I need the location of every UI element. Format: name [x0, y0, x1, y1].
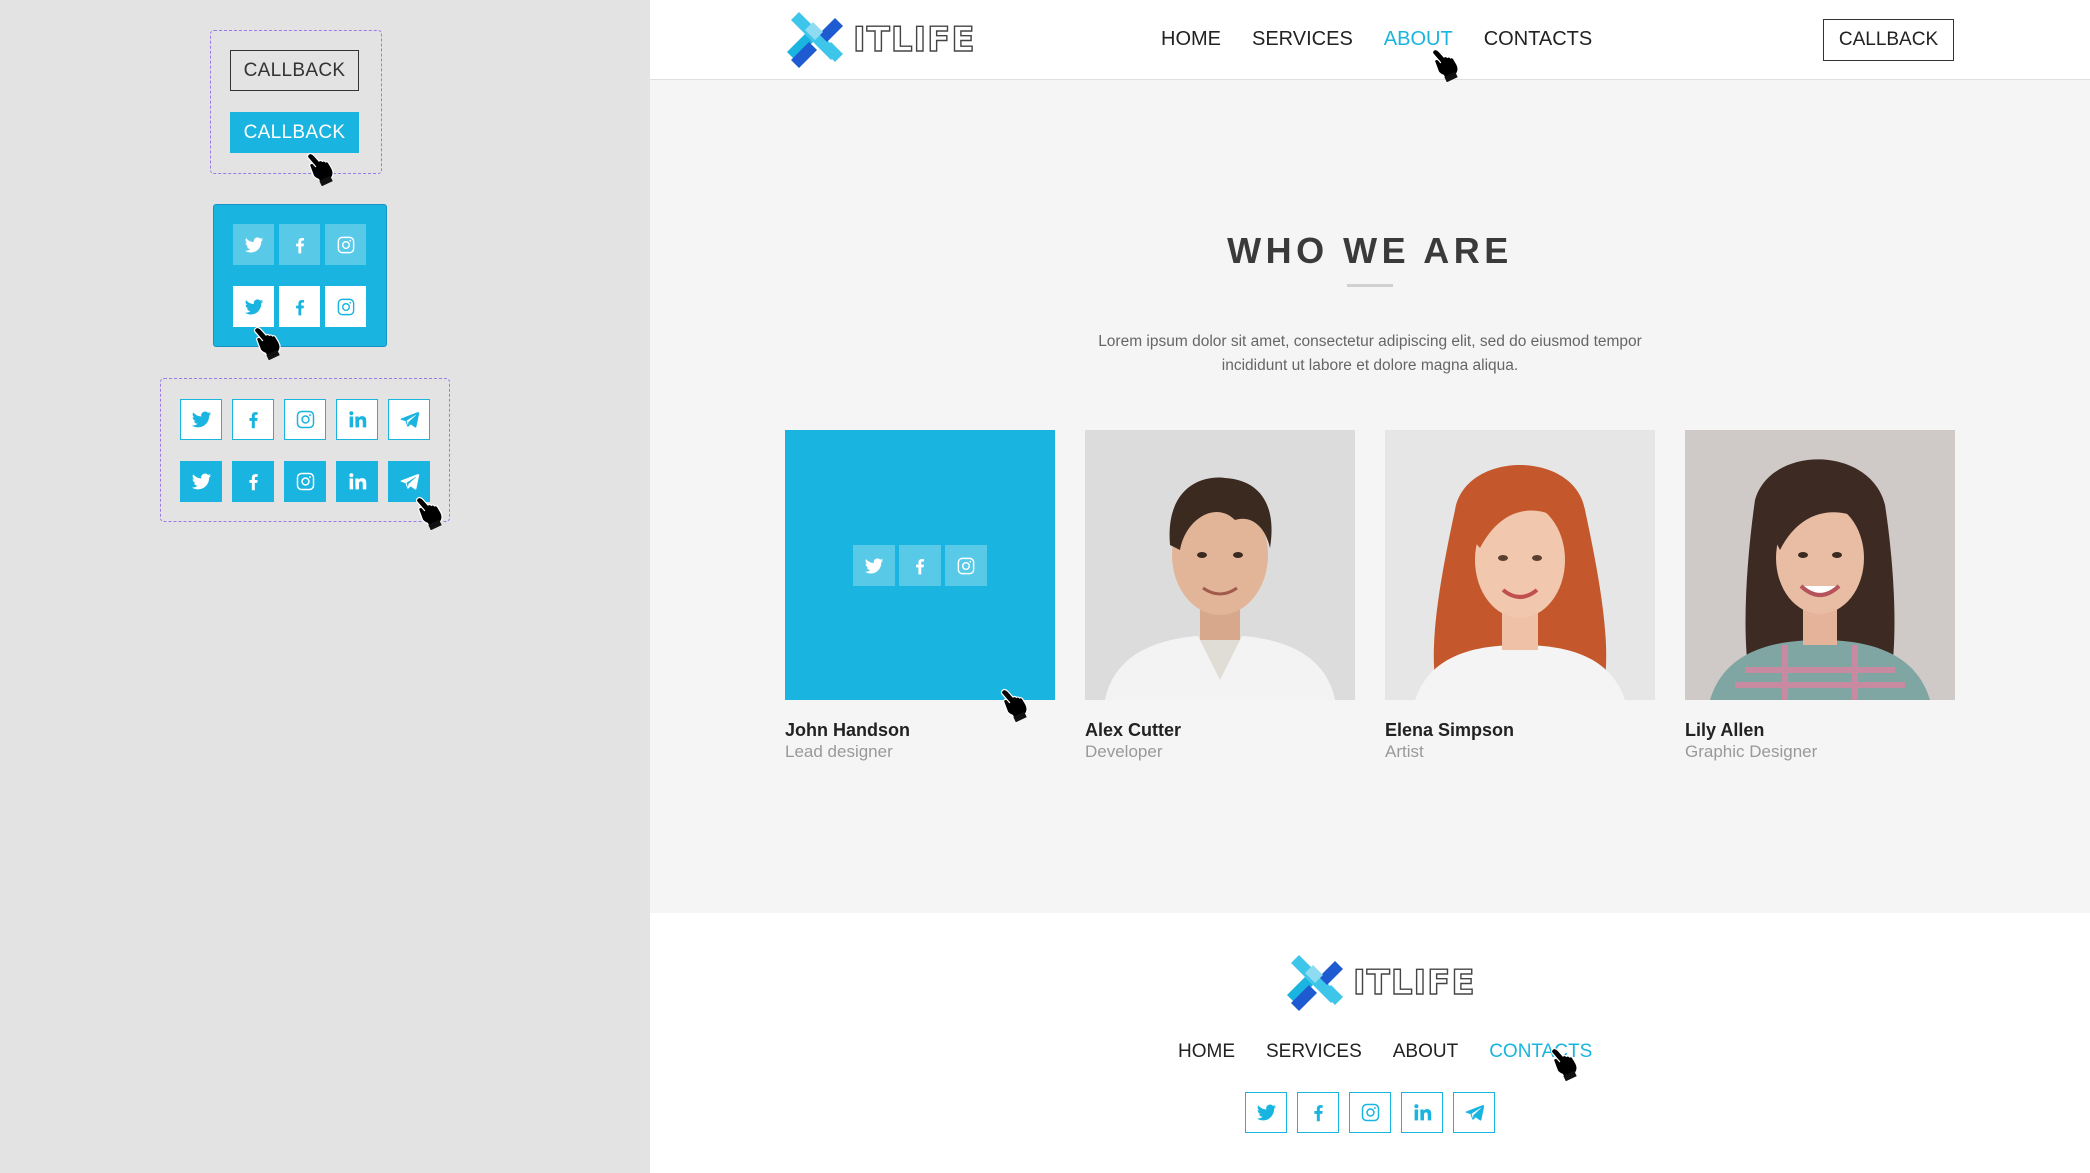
footer-nav: HOME SERVICES ABOUT CONTACTS	[1178, 1041, 1592, 1063]
twitter-icon[interactable]	[233, 224, 274, 265]
portrait-woman-redhair-image	[1385, 430, 1655, 700]
team-member-role: Developer	[1085, 742, 1163, 761]
hand-cursor-icon	[306, 152, 336, 186]
nav-item-home[interactable]: HOME	[1161, 28, 1221, 51]
twitter-icon[interactable]	[233, 286, 274, 327]
twitter-icon[interactable]	[180, 461, 222, 502]
footer-nav-item-home[interactable]: HOME	[1178, 1041, 1235, 1063]
site-footer: ITLIFE HOME SERVICES ABOUT CONTACTS	[650, 913, 2090, 1173]
instagram-icon[interactable]	[284, 399, 326, 440]
section-description: Lorem ipsum dolor sit amet, consectetur …	[1080, 330, 1660, 378]
team-card-photo[interactable]	[1685, 430, 1955, 700]
website-mockup: ITLIFE HOME SERVICES ABOUT CONTACTS CALL…	[650, 0, 2090, 1173]
hand-cursor-icon	[253, 326, 283, 360]
hand-cursor-icon	[1431, 48, 1461, 82]
linkedin-icon[interactable]	[1401, 1092, 1443, 1133]
title-underline	[1347, 284, 1393, 287]
header-nav: HOME SERVICES ABOUT CONTACTS	[1161, 28, 1592, 51]
hand-cursor-icon	[1550, 1047, 1580, 1081]
instagram-icon[interactable]	[1349, 1092, 1391, 1133]
hand-cursor-icon	[1000, 688, 1030, 722]
facebook-icon[interactable]	[232, 399, 274, 440]
site-header: ITLIFE HOME SERVICES ABOUT CONTACTS CALL…	[650, 0, 2090, 80]
facebook-icon[interactable]	[232, 461, 274, 502]
hand-cursor-icon	[415, 496, 445, 530]
logo-text: ITLIFE	[1352, 962, 1476, 1003]
instagram-icon[interactable]	[284, 461, 326, 502]
team-member-role: Graphic Designer	[1685, 742, 1818, 761]
facebook-icon[interactable]	[899, 545, 941, 586]
team-member-role: Lead designer	[785, 742, 893, 761]
footer-nav-item-services[interactable]: SERVICES	[1266, 1041, 1362, 1063]
twitter-icon[interactable]	[180, 399, 222, 440]
team-card-photo[interactable]	[1385, 430, 1655, 700]
portrait-man-image	[1085, 430, 1355, 700]
logo-text: ITLIFE	[852, 19, 976, 60]
team-member-name: Elena Simpson	[1385, 720, 1515, 740]
team-card-photo[interactable]	[1085, 430, 1355, 700]
description-line: Lorem ipsum dolor sit amet, consectetur …	[1098, 333, 1642, 350]
nav-item-contacts[interactable]: CONTACTS	[1484, 28, 1593, 51]
callback-button-outline[interactable]: CALLBACK	[230, 50, 359, 91]
facebook-icon[interactable]	[279, 286, 320, 327]
team-card-photo-hovered[interactable]	[785, 430, 1055, 700]
facebook-icon[interactable]	[1297, 1092, 1339, 1133]
twitter-icon[interactable]	[1245, 1092, 1287, 1133]
header-logo[interactable]: ITLIFE	[785, 10, 976, 70]
linkedin-icon[interactable]	[336, 461, 378, 502]
section-title: WHO WE ARE	[1227, 230, 1513, 271]
logo-icon	[1285, 953, 1345, 1013]
facebook-icon[interactable]	[279, 224, 320, 265]
team-member-name: John Handson	[785, 720, 910, 740]
team-member-name: Alex Cutter	[1085, 720, 1182, 740]
callback-button[interactable]: CALLBACK	[1823, 19, 1954, 61]
footer-nav-item-about[interactable]: ABOUT	[1393, 1041, 1458, 1063]
nav-item-services[interactable]: SERVICES	[1252, 28, 1353, 51]
logo-icon	[785, 10, 845, 70]
telegram-icon[interactable]	[388, 399, 430, 440]
team-member-role: Artist	[1385, 742, 1424, 761]
callback-button-filled[interactable]: CALLBACK	[230, 112, 359, 153]
styleguide-panel: CALLBACK CALLBACK	[0, 0, 650, 1173]
description-line: incididunt ut labore et dolore magna ali…	[1221, 357, 1519, 374]
portrait-woman-brunette-image	[1685, 430, 1955, 700]
linkedin-icon[interactable]	[336, 399, 378, 440]
instagram-icon[interactable]	[945, 545, 987, 586]
instagram-icon[interactable]	[325, 224, 366, 265]
footer-logo[interactable]: ITLIFE	[1285, 953, 1476, 1013]
twitter-icon[interactable]	[853, 545, 895, 586]
team-member-name: Lily Allen	[1685, 720, 1765, 740]
telegram-icon[interactable]	[1453, 1092, 1495, 1133]
instagram-icon[interactable]	[325, 286, 366, 327]
